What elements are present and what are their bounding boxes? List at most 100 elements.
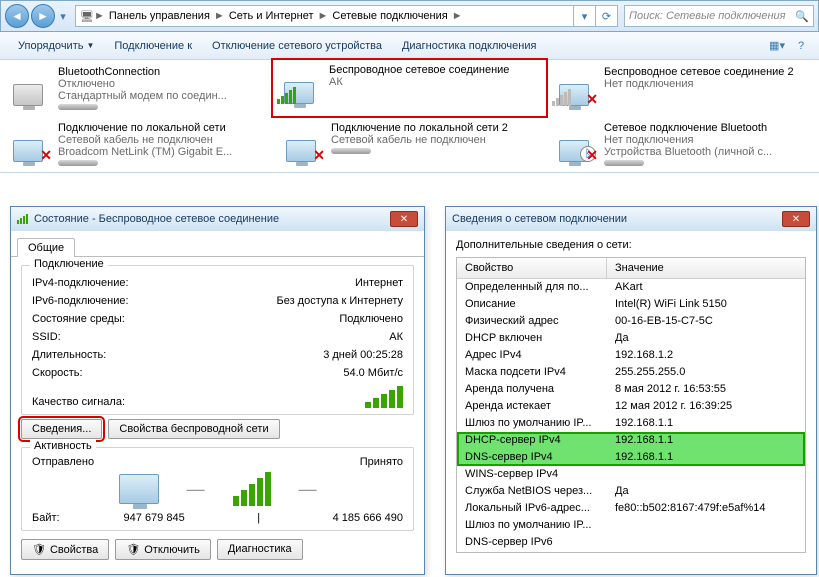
close-button[interactable]: ✕ [390,211,418,227]
details-row-value: 192.168.1.1 [607,415,805,432]
nav-forward-button[interactable]: ► [31,4,55,28]
wifi-properties-button[interactable]: Свойства беспроводной сети [108,419,279,439]
connection-title: Подключение по локальной сети 2 [331,122,538,134]
connection-item[interactable]: ✕Подключение по локальной сети 2Сетевой … [273,116,546,172]
breadcrumb[interactable]: 🖥 ► Панель управления ► Сеть и Интернет … [75,5,574,27]
diagnose-button[interactable]: Диагностика подключения [392,40,546,52]
details-row-value [607,517,805,534]
search-placeholder: Поиск: Сетевые подключения [629,10,786,22]
details-row-value: 192.168.1.2 [607,347,805,364]
details-row-prop: Аренда истекает [457,398,607,415]
details-dialog: Сведения о сетевом подключении ✕ Дополни… [445,206,817,575]
connect-to-button[interactable]: Подключение к [104,40,202,52]
toolbar: Упорядочить▼ Подключение к Отключение се… [0,32,819,60]
details-row[interactable]: Аренда истекает12 мая 2012 г. 16:39:25 [457,398,805,415]
breadcrumb-item[interactable]: Панель управления [105,10,214,22]
nav-history-dropdown[interactable]: ▾ [57,10,69,23]
activity-group-legend: Активность [30,440,96,452]
status-row-key: Состояние среды: [32,310,125,328]
connection-item[interactable]: ✕Подключение по локальной сетиСетевой ка… [0,116,273,172]
received-bytes-value: 4 185 666 490 [333,512,403,524]
status-dialog-title: Состояние - Беспроводное сетевое соедине… [34,213,279,225]
cable-icon [58,104,98,110]
details-row-value: 255.255.255.0 [607,364,805,381]
column-header-property[interactable]: Свойство [457,258,607,278]
status-tabstrip: Общие [11,231,424,257]
connections-pane: BluetoothConnectionОтключеноСтандартный … [0,60,819,173]
details-row[interactable]: DNS-сервер IPv6 [457,534,805,551]
breadcrumb-item[interactable]: Сетевые подключения [328,10,451,22]
search-input[interactable]: Поиск: Сетевые подключения 🔍 [624,5,814,27]
details-row[interactable]: Служба NetBIOS через...Да [457,483,805,500]
details-row[interactable]: WINS-сервер IPv4 [457,466,805,483]
details-row[interactable]: Физический адрес00-16-EB-15-C7-5C [457,313,805,330]
received-label: Принято [360,456,403,468]
refresh-button[interactable]: ⟳ [596,5,618,27]
details-row[interactable]: DNS-сервер IPv4192.168.1.1 [457,449,805,466]
details-row[interactable]: Определенный для по...AKart [457,279,805,296]
view-options-button[interactable]: ▦▾ [767,36,787,56]
help-button[interactable]: ? [791,36,811,56]
details-listview[interactable]: Свойство Значение Определенный для по...… [456,257,806,553]
cable-icon [604,160,644,166]
details-row-value: Intel(R) WiFi Link 5150 [607,296,805,313]
details-row-value: 12 мая 2012 г. 16:39:25 [607,398,805,415]
details-row[interactable]: Шлюз по умолчанию IP...192.168.1.1 [457,415,805,432]
details-row-value: 00-16-EB-15-C7-5C [607,313,805,330]
status-row: Длительность:3 дней 00:25:28 [32,346,403,364]
connection-item[interactable]: ✕Беспроводное сетевое соединение 2Нет по… [546,60,819,116]
address-dropdown[interactable]: ▾ [574,5,596,27]
organize-menu[interactable]: Упорядочить▼ [8,40,104,52]
close-button[interactable]: ✕ [782,211,810,227]
status-row-value: Интернет [355,274,403,292]
connection-title: Подключение по локальной сети [58,122,265,134]
diagnose-button[interactable]: Диагностика [217,539,303,560]
connection-status: Нет подключения [604,78,811,90]
status-row-value: АК [389,328,403,346]
nav-back-button[interactable]: ◄ [5,4,29,28]
status-row-key: SSID: [32,328,61,346]
details-row[interactable]: Шлюз по умолчанию IP... [457,517,805,534]
details-row-value [607,466,805,483]
status-row-key: IPv6-подключение: [32,292,129,310]
details-row-prop: DNS-сервер IPv4 [457,449,607,466]
status-dialog-titlebar[interactable]: Состояние - Беспроводное сетевое соедине… [11,207,424,231]
details-row[interactable]: ОписаниеIntel(R) WiFi Link 5150 [457,296,805,313]
details-row-prop: Локальный IPv6-адрес... [457,500,607,517]
status-row-key: IPv4-подключение: [32,274,129,292]
connection-icon: ✕ [279,122,323,162]
signal-bars-icon [365,386,403,408]
details-dialog-titlebar[interactable]: Сведения о сетевом подключении ✕ [446,207,816,231]
status-row: SSID: АК [32,328,403,346]
properties-button[interactable]: 🛡Свойства [21,539,109,560]
cable-icon [58,160,98,166]
details-row[interactable]: Аренда получена8 мая 2012 г. 16:53:55 [457,381,805,398]
connection-status: Отключено [58,78,265,90]
connection-icon [6,66,50,106]
disable-device-button[interactable]: Отключение сетевого устройства [202,40,392,52]
details-row[interactable]: DHCP включенДа [457,330,805,347]
bytes-label: Байт: [32,512,60,524]
tab-general[interactable]: Общие [17,238,75,257]
shield-icon: 🛡 [126,544,140,556]
activity-group: Активность Отправлено Принято — — Байт: … [21,447,414,531]
breadcrumb-sep: ► [214,10,225,22]
connection-item[interactable]: BluetoothConnectionОтключеноСтандартный … [0,60,273,116]
details-row-prop: Маска подсети IPv4 [457,364,607,381]
details-row-prop: Описание [457,296,607,313]
details-row[interactable]: DHCP-сервер IPv4192.168.1.1 [457,432,805,449]
details-row[interactable]: Локальный IPv6-адрес...fe80::b502:8167:4… [457,500,805,517]
details-row[interactable]: Маска подсети IPv4255.255.255.0 [457,364,805,381]
column-header-value[interactable]: Значение [607,258,805,278]
status-row-value: Подключено [339,310,403,328]
connection-item[interactable]: Беспроводное сетевое соединениеАК [271,58,548,118]
connection-item[interactable]: ᛒ✕Сетевое подключение BluetoothНет подкл… [546,116,819,172]
disable-button[interactable]: 🛡Отключить [115,539,211,560]
breadcrumb-item[interactable]: Сеть и Интернет [225,10,318,22]
details-row[interactable]: Адрес IPv4192.168.1.2 [457,347,805,364]
details-button[interactable]: Сведения... [21,419,102,439]
address-bar: ◄ ► ▾ 🖥 ► Панель управления ► Сеть и Инт… [0,0,819,32]
details-row-value: 192.168.1.1 [607,449,805,466]
details-row-prop: DHCP-сервер IPv4 [457,432,607,449]
connection-title: BluetoothConnection [58,66,265,78]
